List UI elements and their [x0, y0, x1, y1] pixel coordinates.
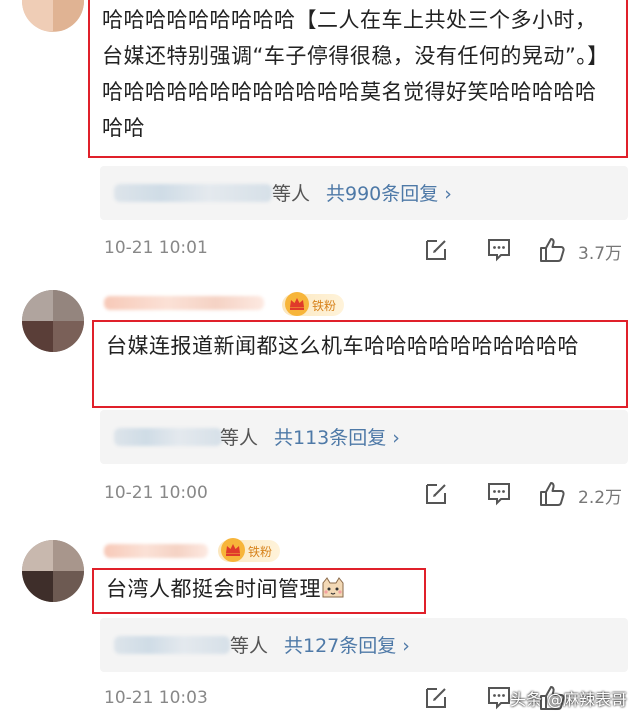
fan-badge: 铁粉	[282, 292, 345, 316]
badge-label: 铁粉	[248, 544, 273, 559]
comment-actions: 2.2万	[390, 480, 640, 510]
comment-time: 10-21 10:01	[104, 238, 208, 258]
username-blur[interactable]	[104, 544, 208, 558]
avatar[interactable]	[22, 540, 84, 602]
comment-actions: 3.7万	[390, 236, 640, 266]
comment-time: 10-21 10:00	[104, 483, 208, 503]
edit-icon[interactable]	[424, 684, 450, 710]
avatar[interactable]	[22, 0, 84, 32]
edit-icon[interactable]	[424, 236, 450, 262]
like-count: 3.7万	[578, 244, 623, 264]
like-icon[interactable]	[538, 480, 566, 508]
crown-icon	[221, 538, 245, 562]
reply-etc: 等人	[220, 427, 259, 449]
comment-time: 10-21 10:03	[104, 688, 208, 708]
fan-badge: 铁粉	[218, 538, 281, 562]
reply-users-blur	[114, 184, 272, 202]
reply-preview[interactable]: 等人 共990条回复 ›	[100, 166, 628, 220]
comment-text: 台媒连报道新闻都这么机车哈哈哈哈哈哈哈哈哈哈	[92, 320, 628, 408]
reply-users-blur	[114, 428, 222, 446]
crown-icon	[285, 292, 309, 316]
like-count: 2.2万	[578, 488, 623, 508]
comment-text: 哈哈哈哈哈哈哈哈哈【二人在车上共处三个多小时，台媒还特别强调“车子停得很稳，没有…	[88, 0, 628, 158]
edit-icon[interactable]	[424, 480, 450, 506]
reply-count-link[interactable]: 共127条回复 ›	[284, 631, 410, 658]
like-icon[interactable]	[538, 236, 566, 264]
reply-etc: 等人	[230, 635, 269, 657]
reply-etc: 等人	[272, 183, 311, 205]
comment-icon[interactable]	[486, 684, 512, 710]
comment-text: 台湾人都挺会时间管理	[92, 568, 426, 614]
comment-icon[interactable]	[486, 236, 512, 262]
watermark: 头条 @麻辣表哥	[510, 690, 628, 709]
badge-label: 铁粉	[312, 298, 337, 313]
reply-count-link[interactable]: 共990条回复 ›	[326, 179, 452, 206]
reply-users-blur	[114, 636, 230, 654]
reply-preview[interactable]: 等人 共113条回复 ›	[100, 410, 628, 464]
comment-icon[interactable]	[486, 480, 512, 506]
reply-preview[interactable]: 等人 共127条回复 ›	[100, 618, 628, 672]
reply-count-link[interactable]: 共113条回复 ›	[274, 423, 400, 450]
screenshot-root: { "comments": [ { "text": "哈哈哈哈哈哈哈哈哈【二人在…	[0, 0, 640, 716]
cat-face-emoji	[322, 577, 344, 598]
username-blur[interactable]	[104, 296, 264, 310]
avatar[interactable]	[22, 290, 84, 352]
